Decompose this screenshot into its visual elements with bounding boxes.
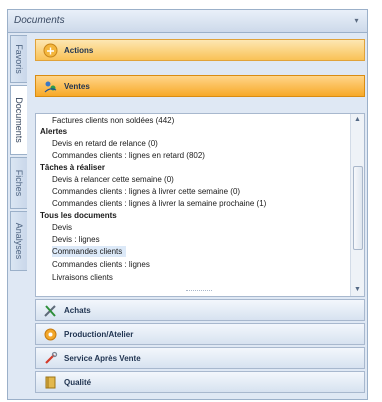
scroll-up-icon[interactable]: ▲: [351, 114, 364, 126]
list-item[interactable]: Devis à relancer cette semaine (0): [52, 174, 174, 185]
documents-panel: Documents ▾ Favoris Documents Fiches Ana…: [7, 9, 368, 400]
resize-grip[interactable]: [186, 290, 212, 295]
panel-titlebar: Documents ▾: [8, 10, 367, 33]
section-actions[interactable]: Actions: [35, 39, 365, 61]
tab-favoris[interactable]: Favoris: [10, 35, 27, 83]
gear-icon: [44, 328, 57, 341]
list-item[interactable]: Devis: [52, 222, 72, 233]
scroll-thumb[interactable]: [353, 166, 363, 250]
tab-fiches[interactable]: Fiches: [10, 157, 27, 209]
tab-documents[interactable]: Documents: [10, 85, 27, 155]
section-achats-label: Achats: [64, 306, 91, 315]
tab-analyses[interactable]: Analyses: [10, 211, 27, 271]
tab-fiches-label: Fiches: [14, 169, 24, 197]
tab-favoris-label: Favoris: [14, 44, 24, 74]
tab-documents-label: Documents: [14, 97, 24, 143]
list-item[interactable]: Livraisons clients: [52, 272, 113, 283]
book-icon: [45, 376, 56, 389]
list-item[interactable]: Devis : lignes: [52, 234, 100, 245]
content-area: Actions Ventes Factures clients non sold…: [35, 33, 365, 398]
list-item[interactable]: Factures clients non soldées (442): [52, 115, 174, 126]
tools-icon: [44, 305, 56, 317]
folder-icon: [43, 43, 58, 58]
wrench-icon: [45, 351, 58, 364]
section-achats[interactable]: Achats: [35, 299, 365, 321]
list-group-header: Tous les documents: [40, 211, 117, 220]
scroll-down-icon[interactable]: ▼: [351, 284, 364, 296]
list-group-header: Alertes: [40, 127, 68, 136]
section-sav-label: Service Après Vente: [64, 354, 141, 363]
section-sav[interactable]: Service Après Vente: [35, 347, 365, 369]
ventes-list-panel: Factures clients non soldées (442) Alert…: [35, 113, 365, 297]
section-ventes-label: Ventes: [64, 82, 90, 91]
section-production-label: Production/Atelier: [64, 330, 134, 339]
list-item[interactable]: Commandes clients : lignes à livrer la s…: [52, 198, 266, 209]
list-item[interactable]: Commandes clients : lignes à livrer cett…: [52, 186, 240, 197]
section-qualite-label: Qualité: [64, 378, 92, 387]
section-actions-label: Actions: [64, 46, 94, 55]
list-item[interactable]: Devis en retard de relance (0): [52, 138, 158, 149]
people-arrows-icon: [44, 81, 57, 93]
section-production[interactable]: Production/Atelier: [35, 323, 365, 345]
list-item[interactable]: Commandes clients : lignes: [52, 259, 150, 270]
panel-title: Documents: [14, 15, 65, 26]
section-qualite[interactable]: Qualité: [35, 371, 365, 393]
side-tabs: Favoris Documents Fiches Analyses: [8, 33, 28, 293]
section-ventes[interactable]: Ventes: [35, 75, 365, 97]
document-list: Factures clients non soldées (442) Alert…: [36, 114, 352, 296]
tab-analyses-label: Analyses: [14, 222, 24, 260]
pin-icon[interactable]: ▾: [352, 15, 361, 26]
documents-window: Documents ▾ Favoris Documents Fiches Ana…: [0, 0, 382, 402]
list-group-header: Tâches à réaliser: [40, 163, 105, 172]
list-item[interactable]: Commandes clients : lignes en retard (80…: [52, 150, 205, 161]
list-scrollbar[interactable]: ▲ ▼: [350, 114, 364, 296]
list-item-selected[interactable]: Commandes clients: [52, 246, 127, 257]
